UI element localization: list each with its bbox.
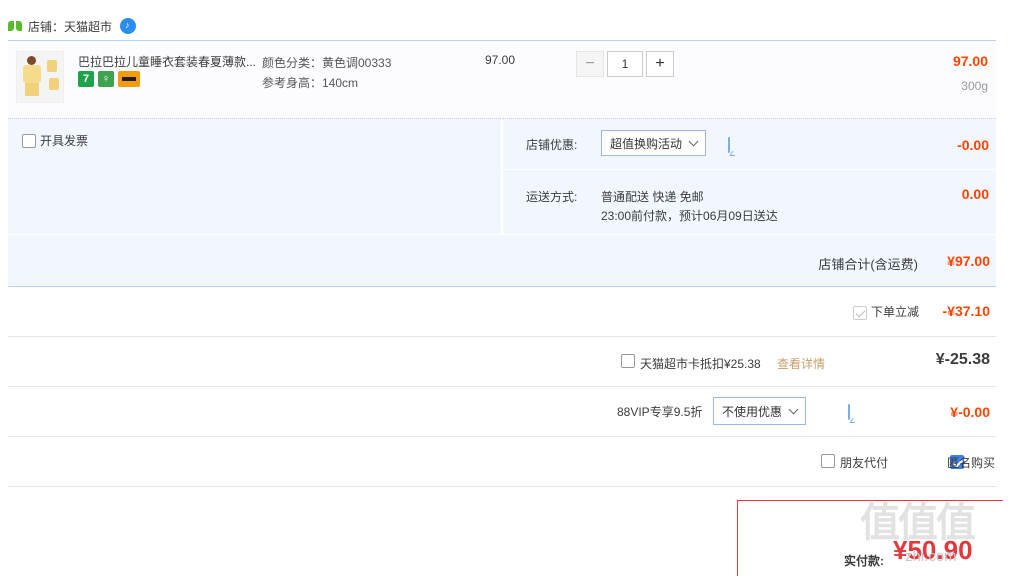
product-title[interactable]: 巴拉巴拉儿童睡衣套装春夏薄款... xyxy=(78,53,258,70)
guarantee-icon[interactable]: ♀ xyxy=(98,71,114,87)
tmall-card-checkbox[interactable] xyxy=(621,354,635,368)
vip-select-value: 不使用优惠 xyxy=(722,404,783,419)
row-separator xyxy=(8,336,996,337)
vip-amount: ¥-0.00 xyxy=(950,404,990,420)
sku-size: 参考身高：140cm xyxy=(262,76,359,90)
wangwang-chat-icon[interactable] xyxy=(120,18,137,34)
tmall-card-amount: ¥-25.38 xyxy=(935,351,990,368)
sku-color: 颜色分类：黄色调00333 xyxy=(262,56,392,70)
anonymous-label: 匿名购买 xyxy=(947,456,996,470)
shirt-thumb xyxy=(47,60,57,72)
instant-discount-label: 下单立减 xyxy=(871,305,920,319)
shipping-eta: 23:00前付款，预计06月09日送达 xyxy=(601,209,778,223)
instant-discount-checkbox xyxy=(853,305,867,320)
shipping-label: 运送方式: xyxy=(526,190,578,204)
store-icon xyxy=(8,21,22,31)
qty-plus-button[interactable]: + xyxy=(646,51,674,77)
shipping-amount: 0.00 xyxy=(961,186,989,202)
item-weight: 300g xyxy=(961,79,988,93)
credit-card-icon[interactable] xyxy=(118,71,140,87)
qty-minus-button[interactable]: − xyxy=(576,51,604,77)
instant-discount-amount: -¥37.10 xyxy=(942,303,990,319)
shipping-method: 普通配送 快递 免邮 xyxy=(601,190,704,204)
tmall-card-label: 天猫超市卡抵扣¥25.38 xyxy=(640,357,761,371)
friend-pay-checkbox[interactable] xyxy=(821,454,835,468)
final-total-label: 实付款: xyxy=(844,554,884,568)
watermark-logo-sub: zhi.com xyxy=(905,548,957,565)
invoice-label: 开具发票 xyxy=(40,134,89,148)
store-discount-label: 店铺优惠: xyxy=(526,138,578,152)
vip-select[interactable]: 不使用优惠 xyxy=(713,397,807,425)
vip-label: 88VIP专享9.5折 xyxy=(617,405,703,419)
item-total: 97.00 xyxy=(952,53,988,69)
store-total-label: 店铺合计(含运费) xyxy=(818,257,918,272)
chevron-down-icon xyxy=(688,136,699,146)
row-separator xyxy=(8,486,996,487)
store-discount-amount: -0.00 xyxy=(957,137,989,153)
store-discount-value: 超值换购活动 xyxy=(610,136,683,151)
service-icons: 7 ♀ xyxy=(78,71,140,87)
watermark-logo: 值值值 xyxy=(860,501,976,545)
seven-day-return-icon[interactable]: 7 xyxy=(78,71,94,87)
message-icon[interactable] xyxy=(728,137,730,153)
tmall-card-details-link[interactable]: 查看详情 xyxy=(777,355,825,372)
store-total-amount: ¥97.00 xyxy=(947,253,990,269)
friend-pay-label: 朋友代付 xyxy=(840,456,889,470)
product-thumbnail[interactable] xyxy=(16,51,64,103)
invoice-checkbox[interactable] xyxy=(22,133,36,148)
pants-thumb xyxy=(49,78,59,90)
chevron-down-icon xyxy=(788,404,799,414)
kid-figure xyxy=(21,56,43,98)
message-icon[interactable] xyxy=(848,404,851,420)
panel-divider xyxy=(502,169,996,170)
row-separator xyxy=(8,436,996,437)
invoice-option[interactable]: 开具发票 xyxy=(22,132,88,149)
store-discount-select[interactable]: 超值换购活动 xyxy=(601,130,707,156)
sku-info: 颜色分类：黄色调00333 参考身高：140cm xyxy=(262,53,391,93)
qty-input[interactable] xyxy=(607,51,643,77)
cart-item-row: 巴拉巴拉儿童睡衣套装春夏薄款... 7 ♀ 颜色分类：黄色调00333 参考身高… xyxy=(8,40,996,118)
row-separator xyxy=(8,386,996,387)
store-name[interactable]: 店铺：天猫超市 xyxy=(28,18,112,35)
unit-price: 97.00 xyxy=(485,53,516,67)
store-header: 店铺：天猫超市 xyxy=(8,14,137,38)
quantity-stepper: − + xyxy=(576,51,674,77)
